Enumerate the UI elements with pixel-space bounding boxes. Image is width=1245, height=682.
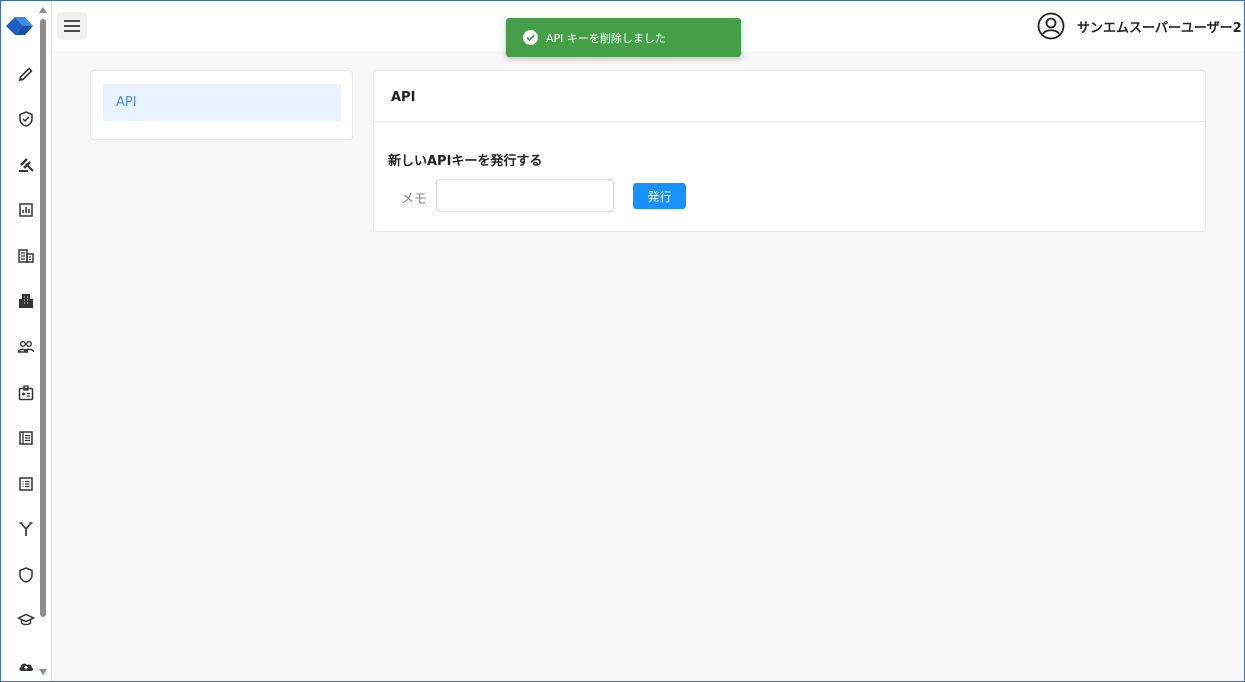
shield-check-icon[interactable] (17, 110, 35, 128)
check-circle-icon (523, 30, 538, 45)
logo[interactable] (6, 15, 36, 37)
menu-icon (64, 17, 80, 36)
fork-icon[interactable] (17, 520, 35, 538)
toast-message: API キーを削除しました (546, 32, 666, 45)
memo-label: メモ (401, 192, 428, 207)
settings-menu-panel: API (90, 70, 353, 140)
chart-icon[interactable] (17, 201, 35, 219)
apartment-icon[interactable] (17, 292, 35, 310)
pencil-icon[interactable] (17, 65, 35, 83)
panel-divider (374, 121, 1205, 122)
shield-icon[interactable] (17, 566, 35, 584)
building-icon[interactable] (17, 247, 35, 265)
contact-book-icon[interactable] (17, 429, 35, 447)
section-title: 新しいAPIキーを発行する (388, 154, 543, 169)
user-avatar-icon[interactable] (1037, 12, 1065, 40)
sidebar-scrollbar[interactable] (40, 19, 46, 617)
cloud-upload-icon[interactable] (17, 657, 35, 675)
issue-button[interactable]: 発行 (633, 183, 686, 209)
scroll-up-arrow[interactable] (39, 7, 47, 13)
people-icon[interactable] (17, 338, 35, 356)
gavel-icon[interactable] (17, 156, 35, 174)
memo-input[interactable] (436, 179, 614, 212)
api-panel: API 新しいAPIキーを発行する メモ 発行 (373, 70, 1206, 232)
settings-menu-item-api[interactable]: API (103, 84, 341, 121)
list-icon[interactable] (17, 475, 35, 493)
sidebar (1, 1, 52, 681)
graduation-cap-icon[interactable] (17, 611, 35, 629)
scroll-down-arrow[interactable] (39, 669, 47, 675)
success-toast: API キーを削除しました (506, 18, 741, 57)
hamburger-menu-button[interactable] (57, 12, 87, 40)
panel-title: API (391, 90, 416, 105)
id-badge-icon[interactable] (17, 384, 35, 402)
user-name[interactable]: サンエムスーパーユーザー2 (1077, 17, 1242, 36)
